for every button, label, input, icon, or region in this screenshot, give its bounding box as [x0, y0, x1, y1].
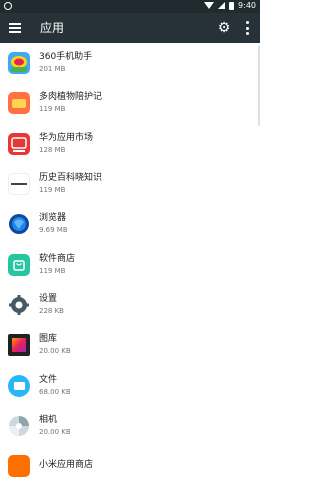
list-item[interactable]: 多肉植物陪护记 119 MB [0, 83, 260, 123]
list-item[interactable]: 浏览器 9.69 MB [0, 204, 260, 244]
list-item[interactable]: 图库 20.00 KB [0, 325, 260, 365]
list-item[interactable]: 相机 20.00 KB [0, 406, 260, 446]
huawei-icon [8, 132, 30, 155]
signal-icon [218, 2, 226, 9]
scrollbar[interactable] [258, 46, 260, 126]
app-name: 多肉植物陪护记 [39, 92, 103, 103]
app-name: 华为应用市场 [39, 132, 94, 143]
app-name: 文件 [39, 374, 58, 385]
app-size: 119 MB [39, 186, 66, 195]
gear-icon[interactable]: ⚙ [217, 21, 231, 35]
360-icon [8, 52, 30, 75]
app-size: 228 KB [39, 306, 64, 315]
app-name: 设置 [39, 293, 58, 304]
settings-icon [8, 294, 30, 316]
succulent-icon [8, 92, 30, 115]
app-size: 201 MB [39, 65, 66, 74]
app-size: 9.69 MB [39, 226, 68, 235]
status-right: 9:40 [204, 1, 256, 10]
page-title: 应用 [40, 21, 65, 35]
clock: 9:40 [238, 1, 256, 10]
more-options-icon[interactable] [244, 21, 250, 35]
app-size: 20.00 KB [39, 427, 71, 436]
gallery-icon [8, 334, 30, 357]
menu-icon[interactable] [9, 23, 21, 33]
camera-icon [8, 415, 30, 437]
battery-icon [229, 1, 235, 10]
list-item[interactable]: 360手机助手 201 MB [0, 43, 260, 83]
app-name: 图库 [39, 334, 58, 345]
status-bar: 9:40 [0, 0, 260, 13]
app-size: 128 MB [39, 145, 66, 154]
app-name: 360手机助手 [39, 52, 93, 63]
list-item[interactable]: 小米应用商店 [0, 446, 260, 486]
list-item[interactable]: 设置 228 KB [0, 285, 260, 325]
app-name: 相机 [39, 414, 58, 425]
wifi-icon [204, 2, 215, 9]
list-item[interactable]: 华为应用市场 128 MB [0, 124, 260, 164]
list-item[interactable]: 历史百科晓知识 119 MB [0, 164, 260, 204]
notification-icon [4, 2, 12, 10]
browser-icon [8, 213, 30, 235]
app-name: 历史百科晓知识 [39, 173, 103, 184]
app-name: 软件商店 [39, 253, 76, 264]
files-icon [8, 374, 30, 397]
app-size: 20.00 KB [39, 347, 71, 356]
app-name: 浏览器 [39, 213, 67, 224]
app-size: 119 MB [39, 266, 66, 275]
app-name: 小米应用商店 [39, 460, 94, 471]
store-icon [8, 253, 30, 276]
list-item[interactable]: 文件 68.00 KB [0, 365, 260, 405]
list-item[interactable]: 软件商店 119 MB [0, 244, 260, 284]
xiaomi-icon [8, 455, 30, 478]
app-toolbar: 应用 ⚙ [0, 13, 260, 43]
app-size: 119 MB [39, 105, 66, 114]
app-list: 360手机助手 201 MB 多肉植物陪护记 119 MB 华为应用市场 128… [0, 43, 260, 486]
history-icon [8, 173, 30, 196]
app-size: 68.00 KB [39, 387, 71, 396]
